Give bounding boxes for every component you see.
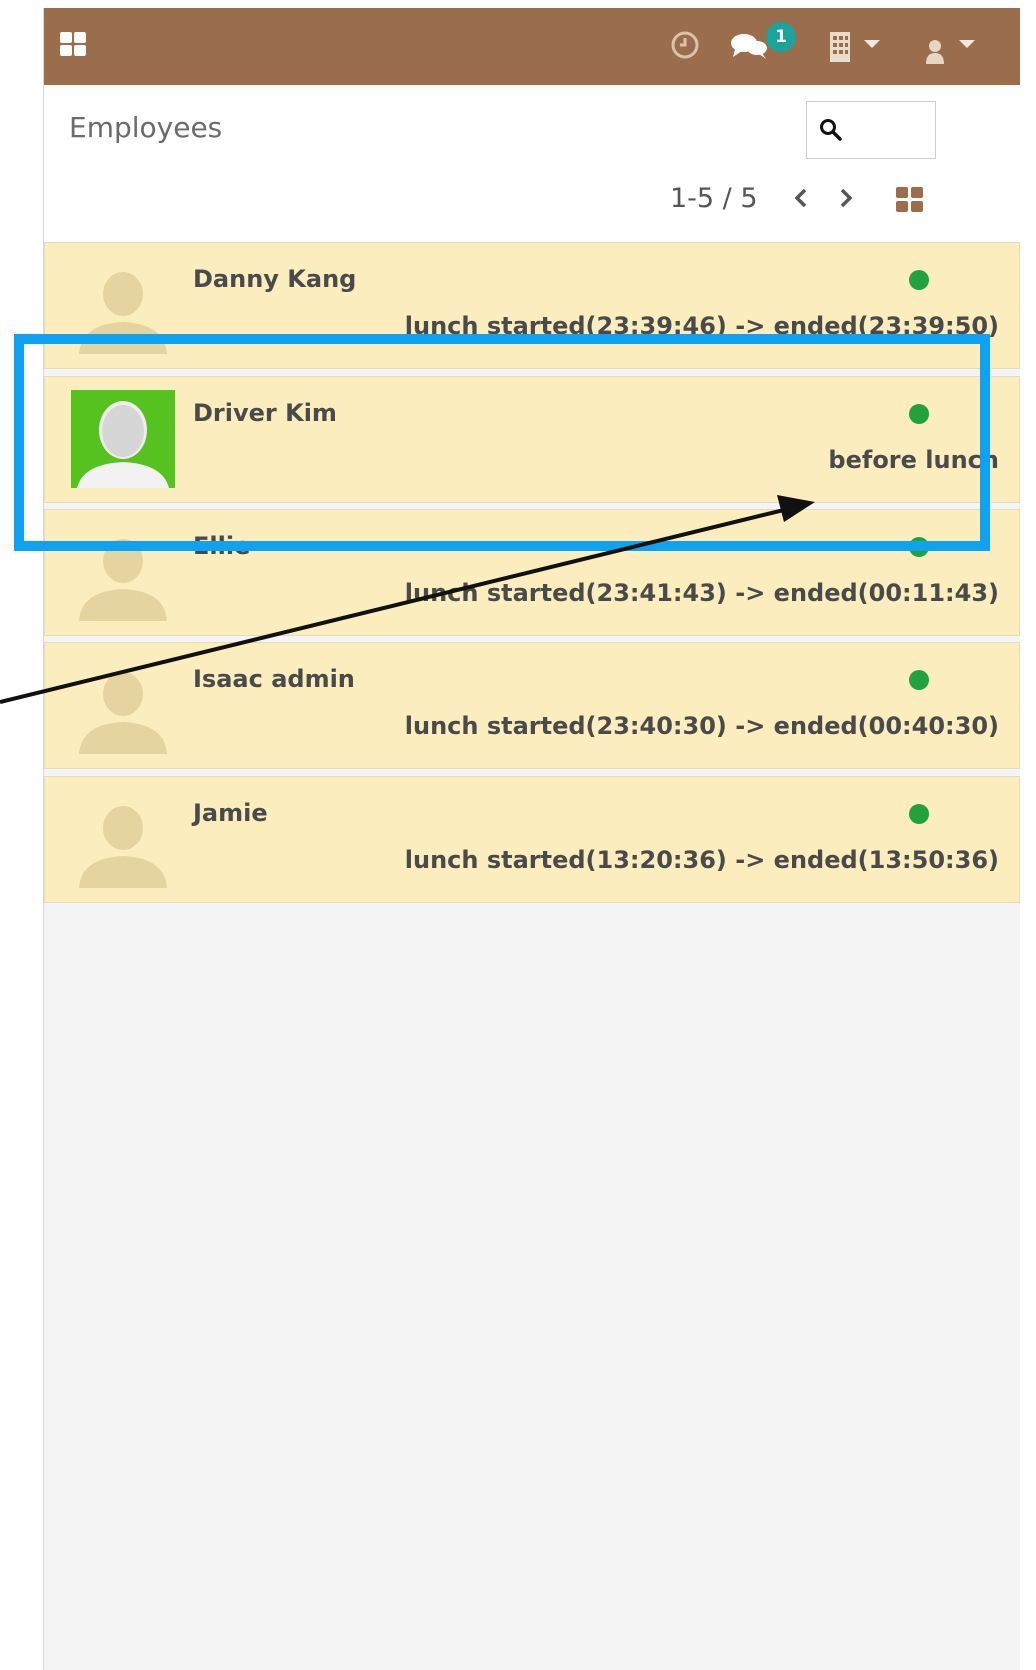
- annotation-arrow: [0, 495, 815, 704]
